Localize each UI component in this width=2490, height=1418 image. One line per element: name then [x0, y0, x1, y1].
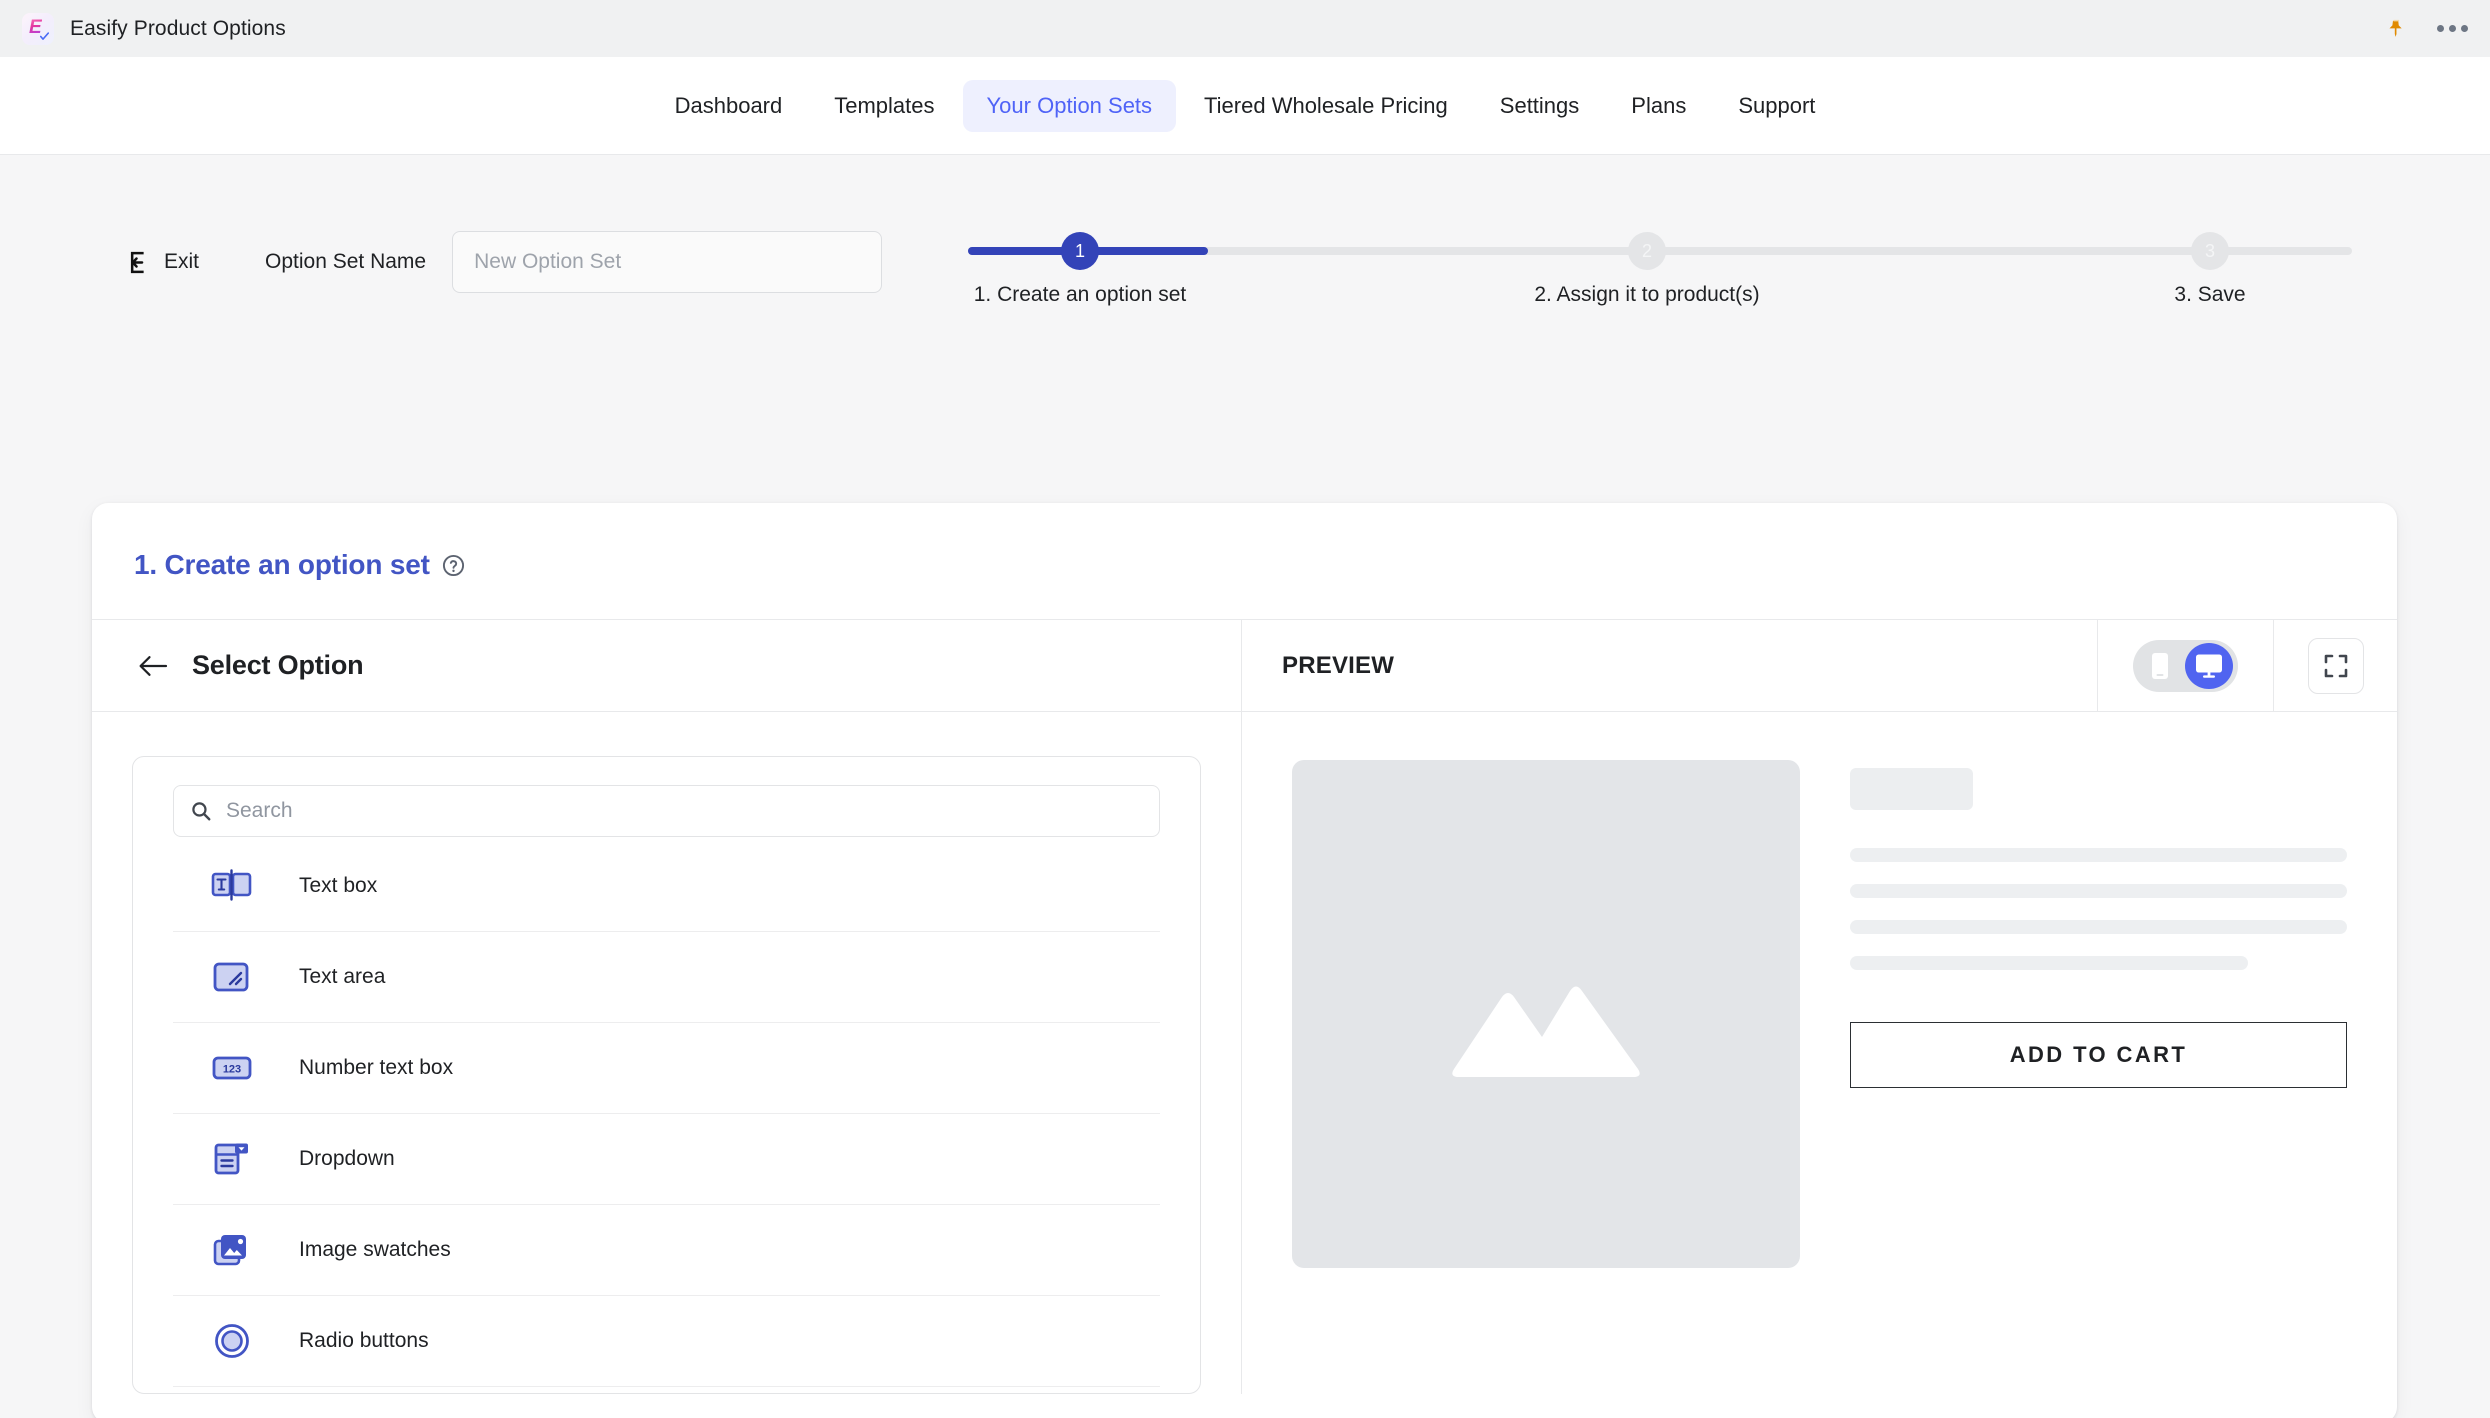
mobile-device-button[interactable]	[2136, 643, 2184, 689]
search-field[interactable]	[173, 785, 1160, 837]
text-area-icon	[209, 954, 255, 1000]
product-details-placeholder: ADD TO CART	[1850, 760, 2347, 1394]
main-navigation: Dashboard Templates Your Option Sets Tie…	[0, 57, 2490, 155]
select-option-heading: Select Option	[192, 650, 364, 680]
option-type-text-area[interactable]: Text area	[173, 932, 1160, 1023]
svg-text:123: 123	[223, 1064, 241, 1076]
device-toggle[interactable]	[2133, 639, 2238, 692]
nav-item-your-option-sets[interactable]: Your Option Sets	[962, 79, 1177, 132]
dropdown-icon	[209, 1136, 255, 1182]
app-icon-check	[40, 31, 49, 40]
mobile-device-icon	[2152, 652, 2168, 679]
nav-item-dashboard[interactable]: Dashboard	[651, 80, 807, 132]
nav-item-plans[interactable]: Plans	[1607, 80, 1710, 132]
setup-stepper: 1 1. Create an option set 2 2. Assign it…	[960, 215, 2360, 355]
image-swatches-icon	[209, 1227, 255, 1273]
product-title-placeholder	[1850, 768, 1973, 810]
number-text-box-icon: 123	[209, 1045, 255, 1091]
nav-item-support[interactable]: Support	[1714, 80, 1839, 132]
option-type-label: Image swatches	[299, 1238, 451, 1261]
option-type-radio-buttons[interactable]: Radio buttons	[173, 1296, 1160, 1387]
radio-buttons-icon	[209, 1318, 255, 1364]
image-placeholder-icon	[1452, 986, 1640, 1078]
option-type-label: Dropdown	[299, 1147, 395, 1170]
option-type-label: Text box	[299, 874, 378, 897]
create-option-set-card: 1. Create an option set Select Option Se…	[92, 503, 2397, 1418]
fullscreen-expand-button[interactable]	[2307, 637, 2364, 694]
preview-pane: PREVIEW ADD TO CART	[1242, 620, 2397, 1394]
page-title: 1. Create an option set	[134, 549, 430, 580]
add-to-cart-button[interactable]: ADD TO CART	[1850, 1022, 2347, 1088]
app-title: Easify Product Options	[70, 16, 286, 40]
product-image-placeholder	[1292, 760, 1800, 1268]
option-type-label: Radio buttons	[299, 1329, 429, 1352]
page-content: Exit Option Set Name 1 1. Create an opti…	[0, 155, 2490, 1418]
product-line-placeholder	[1850, 956, 2248, 970]
preview-heading: PREVIEW	[1282, 651, 1395, 679]
stepper-step-2-bullet: 2	[1628, 232, 1666, 270]
expand-cell	[2273, 620, 2397, 711]
search-input[interactable]	[226, 799, 1143, 823]
text-box-icon	[209, 863, 255, 909]
stepper-step-1-caption: 1. Create an option set	[973, 283, 1187, 306]
option-type-label: Number text box	[299, 1056, 454, 1079]
window-titlebar: E Easify Product Options	[0, 0, 2490, 57]
arrow-left-icon[interactable]	[138, 653, 168, 679]
option-type-label: Text area	[299, 965, 386, 988]
stepper-step-1-bullet: 1	[1061, 232, 1099, 270]
option-type-image-swatches[interactable]: Image swatches	[173, 1205, 1160, 1296]
option-type-number-text-box[interactable]: 123 Number text box	[173, 1023, 1160, 1114]
stepper-step-3-bullet: 3	[2191, 232, 2229, 270]
option-set-name-input[interactable]	[452, 231, 883, 293]
nav-item-templates[interactable]: Templates	[810, 80, 958, 132]
nav-item-settings[interactable]: Settings	[1476, 80, 1604, 132]
stepper-step-3-caption: 3. Save	[2174, 283, 2246, 306]
select-option-body: Text box	[92, 712, 1241, 1394]
easify-logo-icon: E	[22, 12, 54, 45]
stepper-step-3[interactable]: 3 3. Save	[2090, 215, 2330, 307]
card-header: 1. Create an option set	[92, 503, 2397, 581]
titlebar-actions	[2385, 17, 2468, 41]
option-type-text-box[interactable]: Text box	[173, 841, 1160, 932]
device-toggle-cell	[2097, 620, 2273, 711]
exit-arrow-icon	[130, 251, 144, 273]
stepper-step-1[interactable]: 1 1. Create an option set	[960, 215, 1200, 307]
product-line-placeholder	[1850, 920, 2347, 934]
nav-item-tiered-wholesale-pricing[interactable]: Tiered Wholesale Pricing	[1180, 80, 1472, 132]
search-icon	[192, 802, 211, 821]
stepper-step-2-caption: 2. Assign it to product(s)	[1534, 283, 1760, 306]
preview-body: ADD TO CART	[1242, 712, 2397, 1394]
help-circle-icon[interactable]	[442, 554, 465, 577]
more-horizontal-icon[interactable]	[2437, 25, 2468, 32]
stepper-step-2[interactable]: 2 2. Assign it to product(s)	[1527, 215, 1767, 307]
exit-label: Exit	[164, 250, 200, 273]
option-type-dropdown[interactable]: Dropdown	[173, 1114, 1160, 1205]
option-set-name-label: Option Set Name	[265, 250, 427, 273]
pin-icon[interactable]	[2385, 17, 2407, 41]
option-type-list: Text box Text area 123 Number text box D…	[173, 841, 1160, 1393]
card-body-split: Select Option Search Text box Text area …	[92, 619, 2397, 1394]
exit-button[interactable]: Exit	[128, 250, 199, 275]
option-picker-panel: Text box	[132, 756, 1201, 1394]
fullscreen-expand-icon	[2324, 654, 2347, 677]
preview-header: PREVIEW	[1242, 620, 2397, 712]
product-line-placeholder	[1850, 848, 2347, 862]
desktop-device-button[interactable]	[2185, 642, 2233, 689]
desktop-monitor-icon	[2196, 654, 2222, 678]
select-option-pane: Select Option Search Text box Text area …	[92, 620, 1242, 1394]
option-type-checkbox[interactable]: Checkbox	[173, 1387, 1160, 1393]
product-line-placeholder	[1850, 884, 2347, 898]
select-option-header: Select Option	[92, 620, 1241, 712]
